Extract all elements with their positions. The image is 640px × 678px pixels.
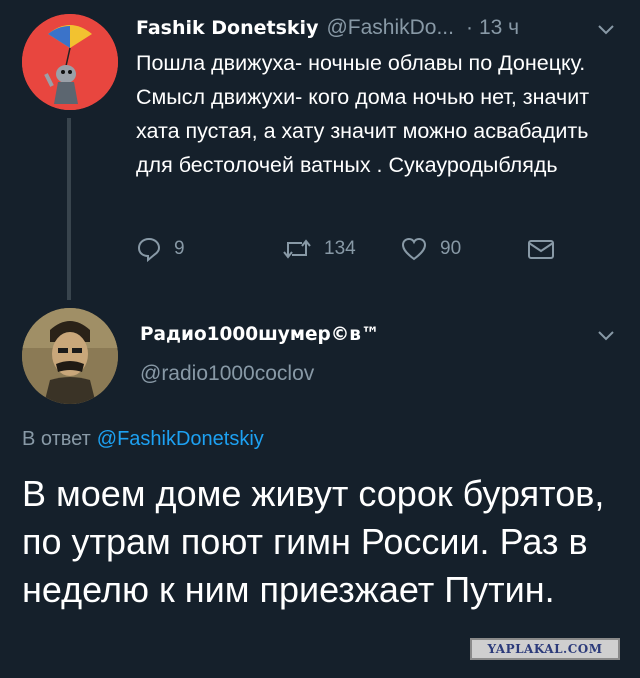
- tweet-text: В моем доме живут сорок бурятов, по утра…: [22, 473, 605, 610]
- tweet-reply[interactable]: Радио1000шумер©в™ @radio1000coclov В отв…: [0, 300, 640, 678]
- direct-message-button[interactable]: [526, 236, 556, 262]
- like-count: 90: [440, 238, 462, 259]
- timestamp[interactable]: 13 ч: [479, 16, 519, 40]
- reply-context: В ответ @FashikDonetskiy: [22, 428, 264, 451]
- author-handle[interactable]: @radio1000coclov: [140, 362, 314, 386]
- reply-count: 9: [174, 238, 185, 259]
- reply-icon: [137, 237, 161, 262]
- tweet-header: Fashik Donetskiy @FashikDo... · 13 ч: [136, 10, 519, 46]
- retweet-icon: [283, 239, 311, 259]
- tweet-actions: 9 134 90: [136, 236, 576, 268]
- reply-mention-link[interactable]: @FashikDonetskiy: [97, 428, 264, 450]
- author-name[interactable]: Fashik Donetskiy: [136, 17, 318, 39]
- separator-dot: ·: [465, 16, 473, 39]
- tweet-text: Пошла движуха- ночные облавы по Донецку.…: [136, 51, 590, 177]
- author-avatar[interactable]: [22, 308, 118, 404]
- site-watermark: YAPLAKAL.COM: [470, 638, 620, 660]
- reply-button[interactable]: 9: [136, 236, 185, 262]
- author-name[interactable]: Радио1000шумер©в™: [140, 324, 379, 345]
- chevron-down-icon[interactable]: [596, 22, 616, 36]
- user-avatar-icon: [22, 14, 118, 110]
- thread-line: [67, 118, 71, 300]
- heart-icon: [401, 237, 427, 261]
- like-button[interactable]: 90: [400, 236, 461, 262]
- user-avatar-icon: [22, 308, 118, 404]
- retweet-button[interactable]: 134: [282, 236, 356, 262]
- author-handle[interactable]: @FashikDo...: [326, 16, 454, 40]
- retweet-count: 134: [324, 238, 356, 259]
- author-avatar[interactable]: [22, 14, 118, 110]
- envelope-icon: [528, 240, 554, 259]
- tweet-original[interactable]: Fashik Donetskiy @FashikDo... · 13 ч Пош…: [0, 0, 640, 300]
- chevron-down-icon[interactable]: [596, 328, 616, 342]
- reply-prefix: В ответ: [22, 428, 91, 450]
